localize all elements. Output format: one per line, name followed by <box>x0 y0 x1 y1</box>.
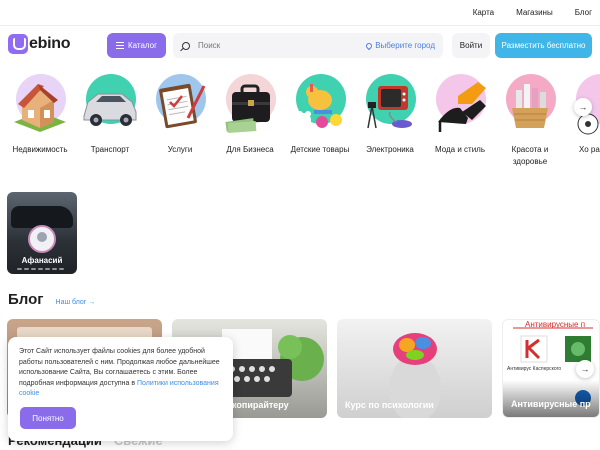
category-fashion[interactable]: Мода и стиль <box>425 72 495 156</box>
header: ebino Каталог Выберите город Войти Разме… <box>0 32 600 60</box>
top-links: Карта Магазины Блог <box>473 8 592 17</box>
blog-card-caption: Курс по психологии <box>345 400 434 410</box>
map-link[interactable]: Карта <box>473 8 494 17</box>
car-icon <box>78 72 142 136</box>
arrow-right-icon: → <box>580 364 590 374</box>
category-kids[interactable]: Детские товары <box>285 72 355 156</box>
top-bar: Карта Магазины Блог <box>0 0 600 26</box>
blog-link[interactable]: Блог <box>575 8 592 17</box>
avatar <box>28 225 56 253</box>
our-blog-link[interactable]: Наш блог → <box>56 299 96 306</box>
blog-next-button[interactable]: → <box>576 360 594 378</box>
category-label: Красота и здоровье <box>511 145 549 166</box>
story-name: Афанасий <box>21 256 63 265</box>
category-label: Транспорт <box>90 145 130 154</box>
shops-link[interactable]: Магазины <box>516 8 553 17</box>
logo-mark-icon <box>8 34 28 54</box>
blog-title: Блог <box>8 291 44 308</box>
location-pin-icon <box>364 41 374 50</box>
category-label: Хо разв <box>579 145 600 154</box>
catalog-button-label: Каталог <box>127 41 158 50</box>
briefcase-icon <box>218 72 282 136</box>
clipboard-icon <box>148 72 212 136</box>
blog-header: Блог Наш блог → <box>8 291 95 308</box>
category-label: Для Бизнеса <box>226 145 274 154</box>
category-transport[interactable]: Транспорт <box>75 72 145 156</box>
category-electronics[interactable]: Электроника <box>355 72 425 156</box>
blog-card-caption: копирайтеру <box>232 400 289 410</box>
cookie-text: Этот Сайт использует файлы cookies для б… <box>19 348 220 397</box>
category-label: Мода и стиль <box>434 145 486 154</box>
blog-card[interactable]: Курс по психологии <box>337 319 492 418</box>
cookie-accept-button[interactable]: Понятно <box>20 407 76 429</box>
category-label: Услуги <box>167 145 193 154</box>
search-bar: Выберите город <box>173 33 443 58</box>
category-label: Детские товары <box>290 145 350 154</box>
arrow-right-icon: → <box>578 102 588 112</box>
search-icon <box>182 41 190 50</box>
antivirus-sub-text: Антивирус Касперского <box>507 366 562 372</box>
blog-card-caption: Антивирусные пр <box>511 399 591 409</box>
category-label: Электроника <box>366 145 414 154</box>
categories-next-button[interactable]: → <box>574 98 592 116</box>
city-selector[interactable]: Выберите город <box>364 41 435 50</box>
house-icon <box>8 72 72 136</box>
cosmetics-icon <box>498 72 562 136</box>
categories-row: Недвижимость Транспорт Услуги Для Бизнес… <box>0 72 600 172</box>
story-card[interactable]: Афанасий <box>7 192 77 274</box>
shoe-icon <box>428 72 492 136</box>
menu-icon <box>115 42 124 49</box>
login-button[interactable]: Войти <box>452 33 490 58</box>
cookie-banner: Этот Сайт использует файлы cookies для б… <box>8 337 233 441</box>
toy-icon <box>288 72 352 136</box>
logo-text: ebino <box>29 35 71 52</box>
catalog-button[interactable]: Каталог <box>107 33 166 58</box>
tv-icon <box>358 72 422 136</box>
city-label: Выберите город <box>375 41 435 50</box>
story-progress <box>17 268 64 270</box>
category-beauty[interactable]: Красота и здоровье <box>495 72 565 168</box>
logo[interactable]: ebino <box>8 34 70 54</box>
search-input[interactable] <box>198 41 348 50</box>
category-label: Недвижимость <box>12 145 68 154</box>
category-services[interactable]: Услуги <box>145 72 215 156</box>
post-ad-button[interactable]: Разместить бесплатно <box>495 33 592 58</box>
category-real-estate[interactable]: Недвижимость <box>5 72 75 156</box>
category-business[interactable]: Для Бизнеса <box>215 72 285 156</box>
